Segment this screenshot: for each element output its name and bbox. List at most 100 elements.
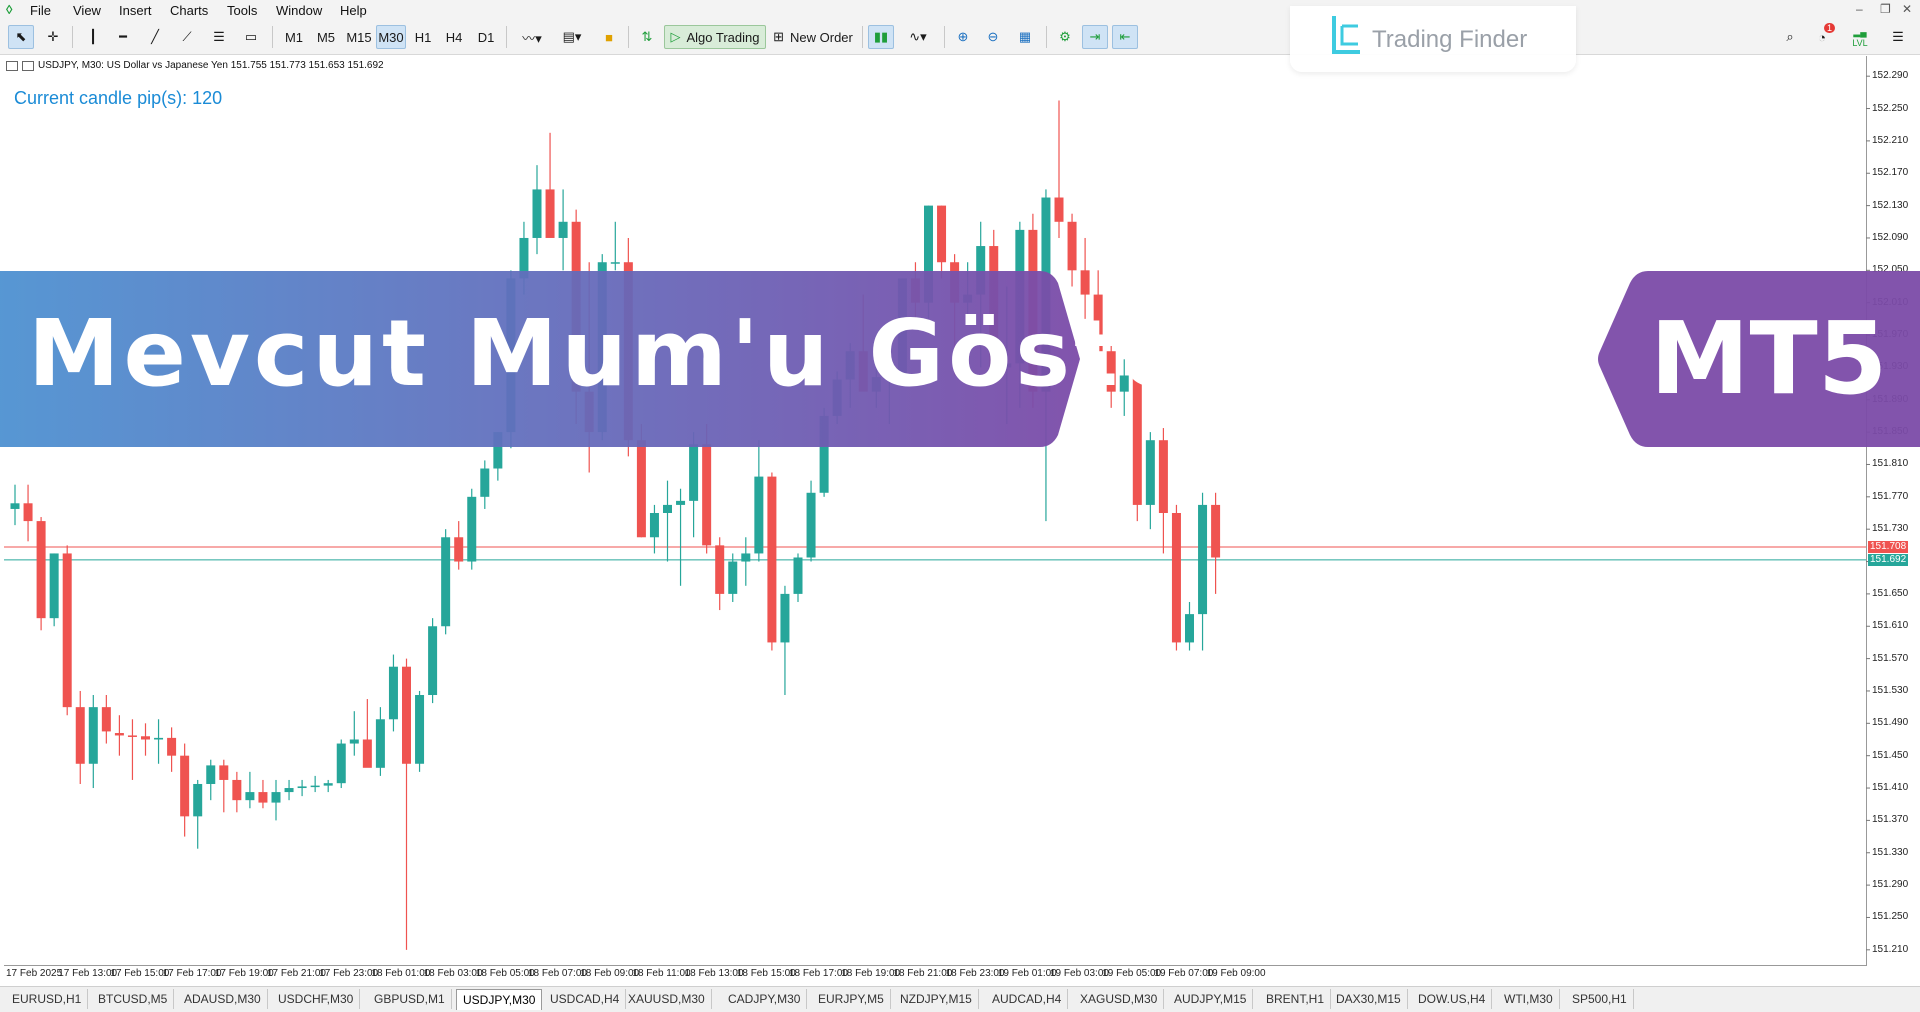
symbol-tab[interactable]: EURJPY,M5: [812, 989, 891, 1009]
symbol-tab[interactable]: ADAUSD,M30: [178, 989, 268, 1009]
timeframe-d1[interactable]: D1: [473, 25, 499, 49]
search-icon[interactable]: ⌕: [1778, 25, 1802, 49]
symbol-tab[interactable]: CADJPY,M30: [722, 989, 808, 1009]
candle-body: [545, 189, 555, 238]
symbol-tab[interactable]: WTI,M30: [1498, 989, 1560, 1009]
menu-view[interactable]: View: [73, 3, 101, 18]
candle-body: [258, 792, 268, 803]
minimize-icon[interactable]: –: [1856, 2, 1863, 16]
timeframe-m1[interactable]: M1: [280, 25, 308, 49]
symbol-tab[interactable]: XAUUSD,M30: [622, 989, 712, 1009]
algo-trading-button[interactable]: ▷ Algo Trading: [664, 25, 766, 49]
time-tick-label: 19 Feb 07:00: [1154, 968, 1214, 979]
algo-trading-label: Algo Trading: [686, 29, 760, 45]
symbol-tab[interactable]: DAX30,M15: [1330, 989, 1408, 1009]
candle-body: [649, 513, 659, 538]
symbol-tab[interactable]: EURUSD,H1: [6, 989, 89, 1009]
chart-menu-icon[interactable]: [6, 60, 18, 71]
candle: [88, 695, 98, 789]
menu-charts[interactable]: Charts: [170, 3, 208, 18]
candle-body: [415, 695, 425, 764]
menu-help[interactable]: Help: [340, 3, 367, 18]
templates-icon[interactable]: ▤▾: [554, 25, 590, 49]
crosshair-icon[interactable]: ✛: [40, 25, 66, 49]
autoscroll-icon[interactable]: ⇥: [1082, 25, 1108, 49]
menu-file[interactable]: File: [30, 3, 51, 18]
chart-shift-icon[interactable]: ⇤: [1112, 25, 1138, 49]
signal-level-icon[interactable]: ▂▄ LVL: [1848, 25, 1872, 49]
trend-angle-icon[interactable]: ⟋: [174, 25, 200, 49]
candle-body: [75, 707, 85, 764]
candle: [402, 658, 411, 950]
horizontal-line-icon[interactable]: ━: [110, 25, 136, 49]
platform-badge-label: MT5: [1650, 300, 1888, 417]
folder-icon[interactable]: ■: [596, 25, 622, 49]
shapes-icon[interactable]: ▭: [238, 25, 264, 49]
candle-body: [271, 792, 281, 803]
candle-body: [323, 783, 333, 786]
trend-line-icon[interactable]: ╱: [142, 25, 168, 49]
restore-icon[interactable]: ❐: [1880, 2, 1891, 16]
time-tick-label: 17 Feb 21:00: [267, 968, 326, 979]
settings-icon[interactable]: ⚙: [1052, 25, 1078, 49]
candle: [297, 779, 307, 797]
timeframe-h1[interactable]: H1: [410, 25, 436, 49]
symbol-tab[interactable]: GBPUSD,M1: [368, 989, 452, 1009]
profile-icon[interactable]: ☰: [1886, 25, 1910, 49]
symbol-tab[interactable]: USDJPY,M30: [456, 989, 543, 1010]
symbol-tab[interactable]: BRENT,H1: [1260, 989, 1332, 1009]
symbol-tab[interactable]: NZDJPY,M15: [894, 989, 979, 1009]
timeframe-m15[interactable]: M15: [344, 25, 374, 49]
time-tick-label: 17 Feb 19:00: [214, 968, 274, 979]
ask-price-marker: 151.692: [1868, 553, 1908, 566]
new-order-button[interactable]: ⊞ New Order: [770, 25, 856, 49]
symbol-tab[interactable]: AUDCAD,H4: [986, 989, 1069, 1009]
candle: [610, 221, 620, 271]
candlestick-chart-icon[interactable]: ▮▮: [868, 25, 894, 49]
candle: [1054, 100, 1064, 238]
candle-body: [336, 743, 346, 784]
menu-tools[interactable]: Tools: [227, 3, 257, 18]
candle-body: [480, 468, 490, 497]
symbol-tab[interactable]: BTCUSD,M5: [92, 989, 175, 1009]
menu-bar: ◊ File View Insert Charts Tools Window H…: [0, 0, 1920, 20]
chart-window-icon[interactable]: [22, 60, 34, 71]
zoom-in-icon[interactable]: ⊕: [950, 25, 976, 49]
vertical-line-icon[interactable]: ┃: [80, 25, 106, 49]
grid-icon[interactable]: ▦: [1012, 25, 1038, 49]
cursor-tool-icon[interactable]: ⬉: [8, 25, 34, 49]
timeframe-h4[interactable]: H4: [441, 25, 467, 49]
time-tick-label: 19 Feb 01:00: [997, 968, 1057, 979]
symbol-tab[interactable]: USDCHF,M30: [272, 989, 361, 1009]
candle-body: [767, 476, 777, 643]
price-tick-label: 152.130: [1872, 199, 1909, 211]
zoom-out-icon[interactable]: ⊖: [980, 25, 1006, 49]
candle-body: [636, 440, 646, 538]
candle: [806, 480, 816, 562]
candle-body: [715, 545, 725, 594]
candle: [467, 488, 477, 570]
indicators-icon[interactable]: 〰▾: [514, 25, 550, 49]
candle: [284, 779, 294, 801]
candle-body: [937, 205, 947, 263]
symbol-tab[interactable]: XAGUSD,M30: [1074, 989, 1165, 1009]
price-tick-label: 152.090: [1872, 231, 1909, 243]
market-watch-icon[interactable]: ⇅: [634, 25, 660, 49]
symbol-tab[interactable]: AUDJPY,M15: [1168, 989, 1254, 1009]
toolbar-separator: [1046, 26, 1047, 48]
symbol-tab[interactable]: DOW.US,H4: [1412, 989, 1493, 1009]
channel-icon[interactable]: ☰: [206, 25, 232, 49]
notifications-icon[interactable]: ◔ 1: [1810, 23, 1836, 49]
line-chart-icon[interactable]: ∿▾: [900, 25, 936, 49]
menu-window[interactable]: Window: [276, 3, 322, 18]
timeframe-m30[interactable]: M30: [376, 25, 406, 49]
timeframe-m5[interactable]: M5: [312, 25, 340, 49]
candle-body: [1185, 614, 1194, 643]
close-icon[interactable]: ✕: [1902, 2, 1912, 16]
menu-insert[interactable]: Insert: [119, 3, 152, 18]
candle: [219, 759, 229, 813]
symbol-tab[interactable]: SP500,H1: [1566, 989, 1634, 1009]
candle: [193, 779, 203, 849]
symbol-tab[interactable]: USDCAD,H4: [544, 989, 627, 1009]
candle: [728, 553, 738, 602]
